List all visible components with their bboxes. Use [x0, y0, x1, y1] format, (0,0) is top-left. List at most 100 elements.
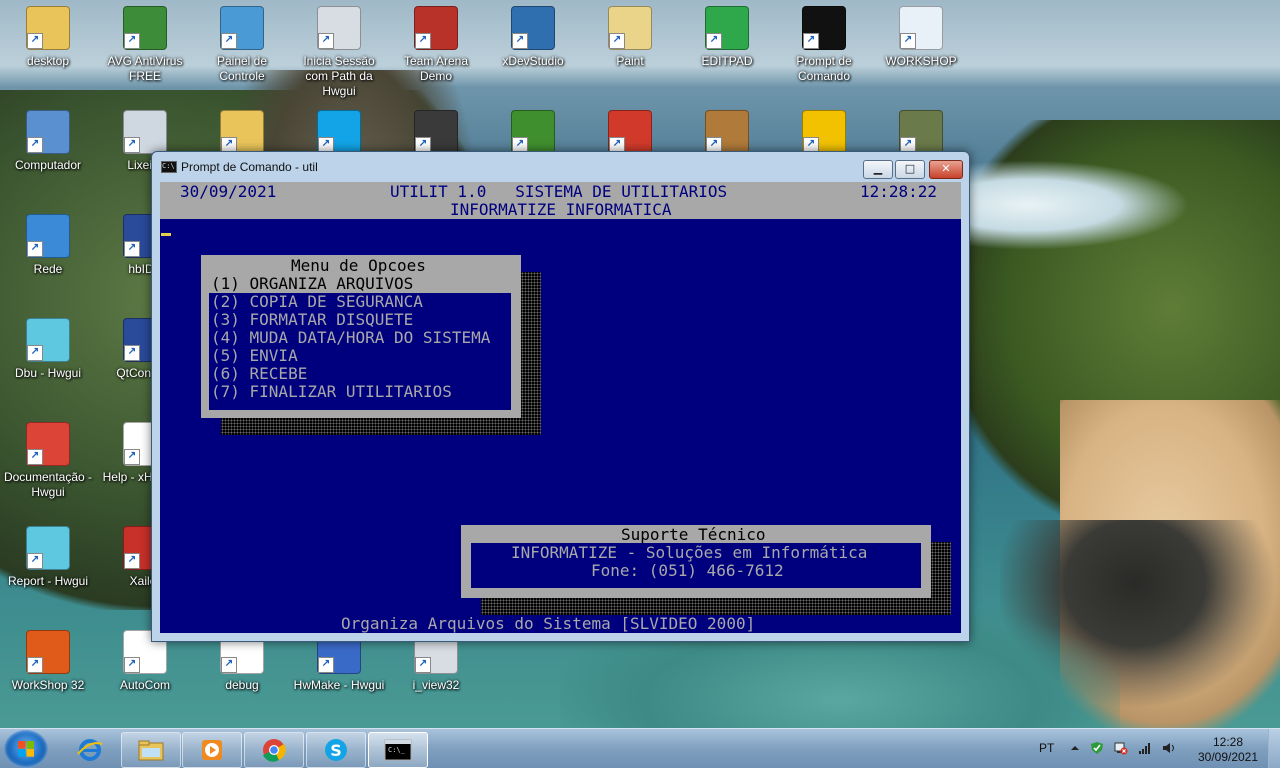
shortcut-arrow-icon: ↗: [27, 553, 43, 569]
taskbar-button[interactable]: S: [306, 732, 366, 768]
volume-icon[interactable]: [1162, 741, 1176, 755]
desktop-icon[interactable]: ↗ Paint: [584, 6, 676, 69]
desktop-icon[interactable]: ↗ Rede: [2, 214, 94, 277]
shortcut-arrow-icon: ↗: [27, 345, 43, 361]
app-red-icon: ↗: [608, 110, 652, 154]
language-indicator[interactable]: PT: [1039, 741, 1054, 755]
command-prompt-window[interactable]: C:\ Prompt de Comando - util ▁ □ ✕ 30/09…: [151, 151, 970, 642]
desktop-icon[interactable]: ↗ AVG AntiVirus FREE: [99, 6, 191, 84]
wallpaper-surf: [960, 160, 1190, 250]
menu-item[interactable]: (6) RECEBE: [211, 365, 307, 383]
status-message: Organiza Arquivos do Sistema [SLVIDEO 20…: [341, 614, 756, 633]
window-title: Prompt de Comando - util: [181, 160, 318, 174]
shortcut-arrow-icon: ↗: [124, 657, 140, 673]
console-screen[interactable]: 30/09/2021 UTILIT 1.0 SISTEMA DE UTILITA…: [160, 182, 961, 633]
close-button[interactable]: ✕: [929, 160, 963, 179]
header-time: 12:28:22: [860, 182, 938, 201]
taskbar-button[interactable]: [60, 732, 120, 768]
shortcut-arrow-icon: ↗: [27, 137, 43, 153]
shortcut-arrow-icon: ↗: [803, 33, 819, 49]
shortcut-arrow-icon: ↗: [512, 33, 528, 49]
skype-icon: S: [322, 738, 350, 762]
window-titlebar[interactable]: C:\ Prompt de Comando - util ▁ □ ✕: [152, 152, 969, 180]
taskbar-button[interactable]: [182, 732, 242, 768]
chrome-icon: [260, 738, 288, 762]
desktop-icon[interactable]: ↗ Painel de Controle: [196, 6, 288, 84]
desktop-icon[interactable]: ↗ WorkShop 32: [2, 630, 94, 693]
desktop-icon[interactable]: ↗ Prompt de Comando: [778, 6, 870, 84]
workshop-icon: ↗: [899, 6, 943, 50]
desktop-icon-label: Inicia Sessão com Path da Hwgui: [303, 54, 375, 98]
minimize-button[interactable]: ▁: [863, 160, 893, 179]
shortcut-arrow-icon: ↗: [221, 33, 237, 49]
support-panel: Suporte Técnico INFORMATIZE - Soluções e…: [461, 525, 931, 598]
menu-item[interactable]: (1) ORGANIZA ARQUIVOS: [211, 275, 413, 293]
support-phone: Fone: (051) 466-7612: [591, 561, 784, 580]
desktop-icon[interactable]: ↗ desktop: [2, 6, 94, 69]
taskbar-button[interactable]: [244, 732, 304, 768]
header-company: INFORMATIZE INFORMATICA: [450, 200, 672, 219]
shortcut-arrow-icon: ↗: [27, 33, 43, 49]
show-desktop-button[interactable]: [1268, 729, 1280, 768]
desktop-icon-label: i_view32: [412, 678, 460, 692]
team-arena-icon: ↗: [414, 6, 458, 50]
shortcut-arrow-icon: ↗: [900, 33, 916, 49]
header-date: 30/09/2021: [180, 182, 277, 201]
menu-item[interactable]: (3) FORMATAR DISQUETE: [211, 311, 413, 329]
desktop-icon-label: AutoCom: [119, 678, 171, 692]
clock-date: 30/09/2021: [1197, 750, 1259, 764]
desktop-icon[interactable]: ↗ xDevStudio: [487, 6, 579, 69]
chrome-icon: ↗: [26, 422, 70, 466]
taskbar: S C:\_ PT 12:28 30/09/2021: [0, 728, 1280, 768]
desktop-icon-label: Report - Hwgui: [7, 574, 89, 588]
command-prompt-icon: C:\_: [384, 738, 412, 762]
xdevstudio-icon: ↗: [511, 6, 555, 50]
maximize-button[interactable]: □: [895, 160, 925, 179]
desktop-icon[interactable]: ↗ Documentação - Hwgui: [2, 422, 94, 500]
signal-bars-icon[interactable]: [1138, 741, 1152, 755]
shortcut-arrow-icon: ↗: [124, 241, 140, 257]
desktop-icon[interactable]: ↗ Dbu - Hwgui: [2, 318, 94, 381]
taskbar-clock[interactable]: 12:28 30/09/2021: [1190, 735, 1266, 765]
desktop-icon[interactable]: ↗ Computador: [2, 110, 94, 173]
support-title: Suporte Técnico: [621, 525, 766, 544]
taskbar-button[interactable]: [121, 732, 181, 768]
control-panel-icon: ↗: [220, 6, 264, 50]
support-box: INFORMATIZE - Soluções em Informática Fo…: [471, 543, 921, 588]
shortcut-arrow-icon: ↗: [318, 657, 334, 673]
avg-antivirus-icon: ↗: [123, 6, 167, 50]
folder-user-icon: ↗: [26, 6, 70, 50]
gear-shortcut-icon: ↗: [317, 6, 361, 50]
desktop-icon[interactable]: ↗ EDITPAD: [681, 6, 773, 69]
desktop-icon-label: debug: [225, 678, 259, 692]
desktop-icon[interactable]: ↗ Report - Hwgui: [2, 526, 94, 589]
desktop-icon-label: HwMake - Hwgui: [293, 678, 385, 692]
dbu-ship-icon: ↗: [26, 318, 70, 362]
desktop-icon[interactable]: ↗ Inicia Sessão com Path da Hwgui: [293, 6, 385, 99]
taskbar-button[interactable]: C:\_: [368, 732, 428, 768]
show-hidden-icons-arrow[interactable]: [1068, 741, 1082, 755]
report-ship-icon: ↗: [26, 526, 70, 570]
desktop-icon[interactable]: ↗ Team Arena Demo: [390, 6, 482, 84]
phone-icon: ↗: [414, 110, 458, 154]
security-shield-icon[interactable]: [1090, 741, 1104, 755]
menu-item[interactable]: (7) FINALIZAR UTILITARIOS: [211, 383, 452, 401]
shortcut-arrow-icon: ↗: [221, 657, 237, 673]
menu-item[interactable]: (4) MUDA DATA/HORA DO SISTEMA: [211, 329, 490, 347]
computer-icon: ↗: [26, 110, 70, 154]
menu-item[interactable]: (5) ENVIA: [211, 347, 298, 365]
menu-title: Menu de Opcoes: [291, 256, 426, 275]
soldier-icon: ↗: [899, 110, 943, 154]
header-app-title: UTILIT 1.0 SISTEMA DE UTILITARIOS: [390, 182, 728, 201]
desktop-icon-label: AVG AntiVirus FREE: [107, 54, 183, 83]
desktop-icon-label: Documentação - Hwgui: [3, 470, 93, 499]
shortcut-arrow-icon: ↗: [27, 241, 43, 257]
desktop-icon-label: Painel de Controle: [216, 54, 268, 83]
desktop-icon[interactable]: ↗ WORKSHOP: [875, 6, 967, 69]
network-globe-icon: ↗: [26, 214, 70, 258]
menu-item[interactable]: (2) COPIA DE SEGURANCA: [211, 293, 423, 311]
media-player-icon: [198, 738, 226, 762]
network-disconnected-icon[interactable]: [1114, 741, 1128, 755]
start-button[interactable]: [4, 730, 48, 768]
desktop-icon-label: xDevStudio: [502, 54, 564, 68]
